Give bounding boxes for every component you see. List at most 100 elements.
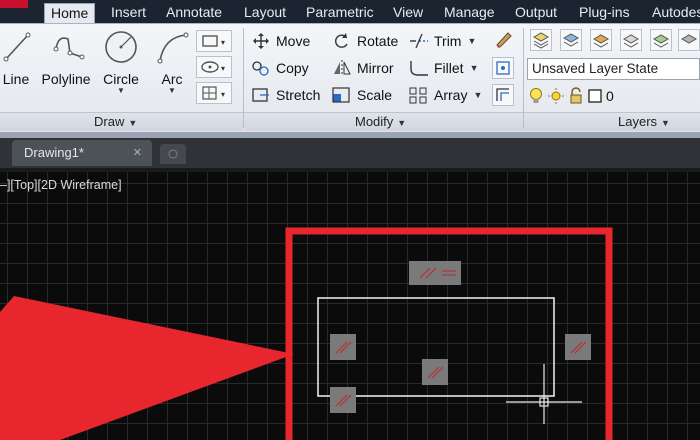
line-label: Line: [2, 71, 30, 87]
tab-view[interactable]: View: [387, 3, 429, 23]
layer-unisolate-button[interactable]: [620, 29, 642, 51]
trim-icon: [410, 33, 428, 49]
layer-state-button[interactable]: [560, 29, 582, 51]
tab-home[interactable]: Home: [44, 3, 96, 23]
tab-plug-ins[interactable]: Plug-ins: [573, 3, 636, 23]
rectangle-icon: ▾: [202, 35, 225, 47]
tab-annotate[interactable]: Annotate: [160, 3, 228, 23]
copy-button[interactable]: Copy: [250, 57, 309, 79]
svg-text:▾: ▾: [221, 38, 225, 47]
layer-match-button[interactable]: [650, 29, 672, 51]
ellipse-button[interactable]: ▾: [196, 56, 232, 78]
tab-layout[interactable]: Layout: [238, 3, 292, 23]
crosshair-cursor: [506, 364, 582, 424]
tab-manage[interactable]: Manage: [438, 3, 501, 23]
file-tab-label: Drawing1*: [24, 145, 84, 160]
explode-button[interactable]: [492, 57, 514, 79]
circle-icon: [105, 31, 137, 63]
erase-icon: [496, 32, 512, 48]
rectangle-button[interactable]: ▾: [196, 30, 232, 52]
tab-output[interactable]: Output: [509, 3, 563, 23]
close-icon[interactable]: ✕: [133, 140, 142, 166]
trim-button[interactable]: Trim ▼: [408, 30, 476, 52]
layer-isolate-icon: [592, 34, 610, 48]
grip-center[interactable]: [422, 359, 448, 385]
app-logo-icon[interactable]: [0, 0, 28, 8]
file-tab-bar: Drawing1* ✕: [0, 138, 700, 168]
color-swatch-icon[interactable]: [587, 87, 603, 105]
grip-left-mid[interactable]: [330, 334, 356, 360]
modify-panel-title[interactable]: Modify ▼: [355, 114, 406, 129]
trim-dropdown-caret[interactable]: ▼: [467, 36, 476, 46]
arc-dropdown-caret[interactable]: ▼: [152, 87, 192, 95]
viewport-controls-label[interactable]: –][Top][2D Wireframe]: [0, 178, 122, 192]
mirror-button[interactable]: Mirror: [331, 57, 394, 79]
stretch-button[interactable]: Stretch: [250, 84, 320, 106]
layer-state-dropdown[interactable]: Unsaved Layer State: [527, 58, 700, 80]
array-icon: [409, 87, 427, 104]
lightbulb-icon[interactable]: [528, 87, 544, 105]
offset-button[interactable]: [492, 84, 514, 106]
hatch-icon: ▾: [202, 86, 225, 100]
layer-walk-icon: [680, 34, 698, 44]
ribbon-tab-bar: Home Insert Annotate Layout Parametric V…: [0, 0, 700, 23]
polyline-button[interactable]: Polyline: [38, 27, 94, 87]
rotate-button[interactable]: Rotate: [331, 30, 398, 52]
draw-panel-title[interactable]: Draw ▼: [94, 114, 137, 129]
current-layer-row[interactable]: 0: [528, 85, 700, 107]
scale-button[interactable]: Scale: [331, 84, 392, 106]
rotate-label: Rotate: [357, 33, 399, 49]
line-button[interactable]: Line: [0, 27, 32, 87]
circle-button[interactable]: Circle ▼: [100, 27, 142, 95]
ribbon: Line Polyline Circle ▼ Arc ▼ ▾ ▾ ▾ Draw …: [0, 23, 700, 132]
stretch-label: Stretch: [276, 87, 321, 103]
stretch-icon: [252, 88, 269, 102]
copy-label: Copy: [276, 60, 309, 76]
hatch-button[interactable]: ▾: [196, 82, 232, 104]
line-icon: [3, 32, 31, 62]
layer-isolate-button[interactable]: [590, 29, 612, 51]
erase-button[interactable]: [492, 28, 514, 50]
layer-properties-button[interactable]: [530, 29, 552, 51]
drawing-graphics: [0, 227, 613, 440]
drawing-canvas[interactable]: –][Top][2D Wireframe]: [0, 172, 700, 440]
layer-unisolate-icon: [622, 34, 640, 48]
file-tab-drawing1[interactable]: Drawing1* ✕: [12, 140, 152, 166]
layer-state-icon: [562, 33, 580, 47]
offset-icon: [496, 88, 509, 101]
scale-icon: [332, 87, 350, 103]
circle-dropdown-caret[interactable]: ▼: [100, 87, 142, 95]
grip-right-mid[interactable]: [565, 334, 591, 360]
layer-walk-button[interactable]: [678, 29, 700, 51]
sun-icon[interactable]: [547, 87, 565, 105]
tab-autodesk[interactable]: Autodes: [646, 3, 700, 23]
polyline-label: Polyline: [41, 71, 91, 87]
tab-insert[interactable]: Insert: [105, 3, 152, 23]
layers-panel-footer[interactable]: [524, 112, 700, 131]
arc-button[interactable]: Arc ▼: [152, 27, 192, 95]
rotate-icon: [335, 33, 348, 48]
copy-icon: [252, 61, 269, 76]
fillet-icon: [410, 61, 428, 76]
scale-label: Scale: [357, 87, 393, 103]
svg-text:▾: ▾: [221, 90, 225, 99]
array-dropdown-caret[interactable]: ▼: [473, 90, 482, 100]
fillet-label: Fillet: [434, 60, 464, 76]
lock-icon[interactable]: [568, 87, 584, 105]
fillet-dropdown-caret[interactable]: ▼: [470, 63, 479, 73]
array-label: Array: [434, 87, 468, 103]
array-button[interactable]: Array ▼: [408, 84, 482, 106]
explode-icon: [496, 61, 510, 75]
mirror-label: Mirror: [357, 60, 394, 76]
grip-bottom-left[interactable]: [330, 387, 356, 413]
new-tab-button[interactable]: [160, 144, 186, 164]
tab-parametric[interactable]: Parametric: [300, 3, 380, 23]
move-button[interactable]: Move: [250, 30, 310, 52]
grip-top-label[interactable]: [409, 261, 461, 285]
fillet-button[interactable]: Fillet ▼: [408, 57, 478, 79]
layers-panel-title[interactable]: Layers ▼: [618, 114, 670, 129]
layer-properties-icon: [532, 32, 550, 49]
arc-label: Arc: [161, 71, 183, 87]
svg-text:▾: ▾: [221, 64, 225, 73]
move-label: Move: [276, 33, 311, 49]
